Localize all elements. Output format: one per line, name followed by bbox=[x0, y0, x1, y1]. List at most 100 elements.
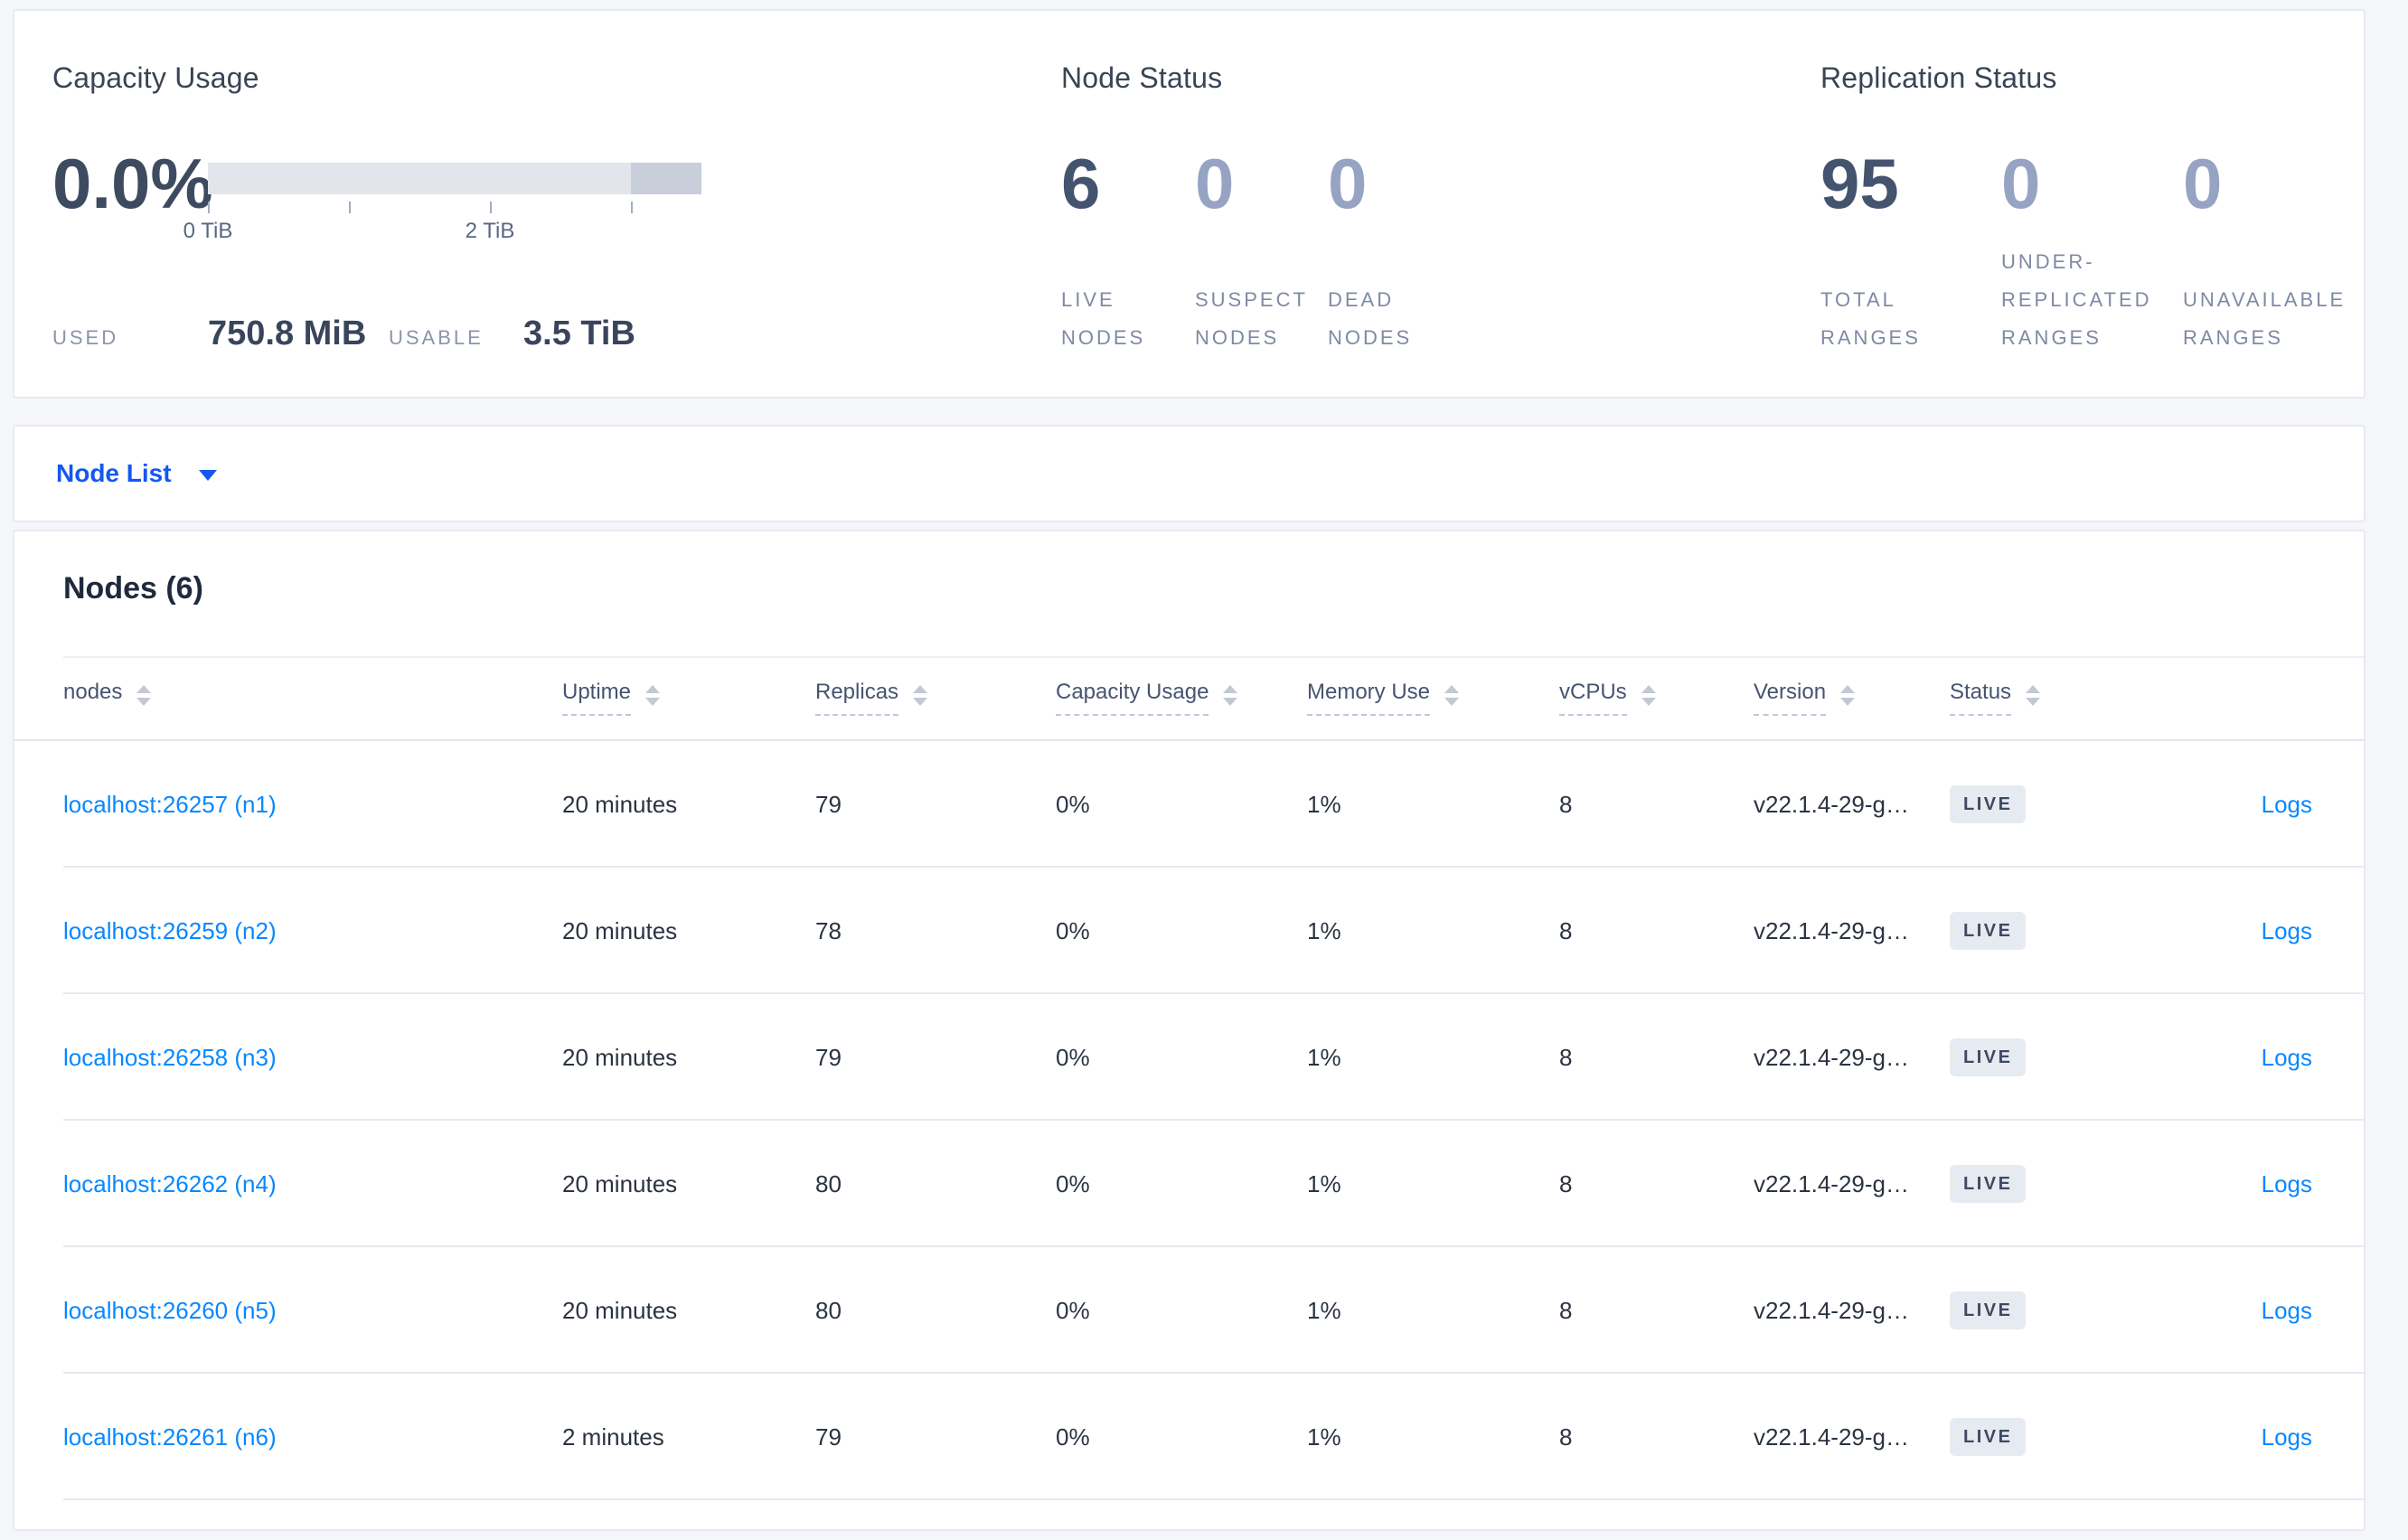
axis-tick bbox=[490, 202, 492, 213]
chevron-down-icon bbox=[198, 470, 217, 481]
node-link[interactable]: localhost:26259 (n2) bbox=[63, 917, 277, 944]
under-replicated-ranges-label: UNDER-REPLICATED RANGES bbox=[2001, 250, 2152, 349]
axis-tick bbox=[349, 202, 351, 213]
version-cell: v22.1.4-29-g… bbox=[1754, 1169, 1909, 1197]
live-nodes-label: LIVE NODES bbox=[1061, 288, 1146, 349]
table-row: localhost:26260 (n5) 20 minutes 80 0% 1%… bbox=[14, 1247, 2364, 1374]
node-link[interactable]: localhost:26261 (n6) bbox=[63, 1423, 277, 1451]
memory-use-cell: 1% bbox=[1307, 1043, 1341, 1071]
nodes-table-title: Nodes (6) bbox=[63, 571, 203, 606]
replicas-cell: 79 bbox=[815, 790, 842, 818]
status-badge: LIVE bbox=[1950, 1165, 2027, 1203]
table-header-row: nodes Uptime Replicas Capacity Usage Mem… bbox=[14, 656, 2364, 741]
capacity-bar bbox=[208, 163, 701, 194]
column-header-version[interactable]: Version bbox=[1754, 680, 1950, 716]
node-status-title: Node Status bbox=[1061, 61, 1223, 94]
vcpus-cell: 8 bbox=[1559, 1296, 1573, 1324]
replicas-cell: 79 bbox=[815, 1043, 842, 1071]
vcpus-cell: 8 bbox=[1559, 790, 1573, 818]
table-row: localhost:26258 (n3) 20 minutes 79 0% 1%… bbox=[14, 994, 2364, 1121]
column-header-memory-use[interactable]: Memory Use bbox=[1307, 680, 1559, 716]
sort-icon bbox=[1444, 684, 1460, 706]
logs-link[interactable]: Logs bbox=[2262, 1044, 2312, 1071]
capacity-usage-cell: 0% bbox=[1056, 1043, 1090, 1071]
dead-nodes-count: 0 bbox=[1328, 144, 1368, 223]
node-link[interactable]: localhost:26260 (n5) bbox=[63, 1297, 277, 1324]
version-cell: v22.1.4-29-g… bbox=[1754, 1296, 1909, 1324]
table-row: localhost:26257 (n1) 20 minutes 79 0% 1%… bbox=[14, 741, 2364, 868]
vcpus-cell: 8 bbox=[1559, 1043, 1573, 1071]
node-status-values: 6 0 0 bbox=[1061, 148, 1712, 219]
axis-tick-label: 2 TiB bbox=[465, 219, 515, 243]
vcpus-cell: 8 bbox=[1559, 1169, 1573, 1197]
unavailable-ranges-label: UNAVAILABLE RANGES bbox=[2183, 288, 2347, 349]
node-link[interactable]: localhost:26258 (n3) bbox=[63, 1044, 277, 1071]
uptime-cell: 2 minutes bbox=[562, 1423, 664, 1451]
memory-use-cell: 1% bbox=[1307, 1296, 1341, 1324]
total-ranges-count: 95 bbox=[1820, 144, 1899, 223]
replicas-cell: 80 bbox=[815, 1296, 842, 1324]
nodes-table-card: Nodes (6) nodes Uptime Replicas Capacity… bbox=[13, 530, 2366, 1531]
replicas-cell: 80 bbox=[815, 1169, 842, 1197]
sort-icon bbox=[645, 684, 661, 706]
uptime-cell: 20 minutes bbox=[562, 916, 678, 944]
memory-use-cell: 1% bbox=[1307, 1169, 1341, 1197]
column-header-status[interactable]: Status bbox=[1950, 680, 2158, 716]
replicas-cell: 78 bbox=[815, 916, 842, 944]
sort-icon bbox=[913, 684, 928, 706]
suspect-nodes-count: 0 bbox=[1195, 144, 1235, 223]
sort-icon bbox=[1223, 684, 1238, 706]
sort-icon bbox=[1840, 684, 1856, 706]
logs-link[interactable]: Logs bbox=[2262, 1170, 2312, 1197]
axis-tick-label: 0 TiB bbox=[183, 219, 233, 243]
replicas-cell: 79 bbox=[815, 1423, 842, 1451]
status-badge: LIVE bbox=[1950, 1418, 2027, 1456]
node-status-section: Node Status 6 0 0 LIVE NODES SUSPECT NOD… bbox=[1061, 11, 1712, 397]
version-cell: v22.1.4-29-g… bbox=[1754, 790, 1909, 818]
capacity-usage-chart: 0 TiB 2 TiB bbox=[183, 163, 701, 262]
under-replicated-ranges-count: 0 bbox=[2001, 144, 2041, 223]
usable-label: USABLE bbox=[389, 326, 484, 349]
status-badge: LIVE bbox=[1950, 785, 2027, 823]
logs-link[interactable]: Logs bbox=[2262, 1297, 2312, 1324]
table-row: localhost:26261 (n6) 2 minutes 79 0% 1% … bbox=[14, 1374, 2364, 1500]
unavailable-ranges-count: 0 bbox=[2183, 144, 2223, 223]
table-body: localhost:26257 (n1) 20 minutes 79 0% 1%… bbox=[14, 741, 2364, 1500]
sort-icon bbox=[2026, 684, 2041, 706]
replication-status-captions: TOTAL RANGES UNDER-REPLICATED RANGES UNA… bbox=[1820, 243, 2363, 357]
memory-use-cell: 1% bbox=[1307, 790, 1341, 818]
uptime-cell: 20 minutes bbox=[562, 1296, 678, 1324]
status-badge: LIVE bbox=[1950, 1291, 2027, 1329]
logs-link[interactable]: Logs bbox=[2262, 1423, 2312, 1451]
column-header-capacity-usage[interactable]: Capacity Usage bbox=[1056, 680, 1307, 716]
uptime-cell: 20 minutes bbox=[562, 1169, 678, 1197]
replication-status-title: Replication Status bbox=[1820, 61, 2057, 94]
capacity-bar-tail-segment bbox=[631, 163, 701, 194]
capacity-stats-row: USED 750.8 MiB USABLE 3.5 TiB bbox=[52, 315, 635, 353]
sort-icon bbox=[1641, 684, 1656, 706]
vcpus-cell: 8 bbox=[1559, 1423, 1573, 1451]
capacity-usage-cell: 0% bbox=[1056, 1296, 1090, 1324]
logs-link[interactable]: Logs bbox=[2262, 791, 2312, 818]
sort-icon bbox=[136, 684, 152, 706]
replication-status-values: 95 0 0 bbox=[1820, 148, 2363, 219]
logs-link[interactable]: Logs bbox=[2262, 917, 2312, 944]
axis-tick bbox=[208, 202, 210, 213]
column-header-nodes[interactable]: nodes bbox=[63, 680, 562, 716]
column-header-uptime[interactable]: Uptime bbox=[562, 680, 815, 716]
status-badge: LIVE bbox=[1950, 1038, 2027, 1076]
column-header-replicas[interactable]: Replicas bbox=[815, 680, 1056, 716]
column-header-vcpus[interactable]: vCPUs bbox=[1559, 680, 1754, 716]
capacity-usage-cell: 0% bbox=[1056, 1169, 1090, 1197]
capacity-usage-cell: 0% bbox=[1056, 916, 1090, 944]
version-cell: v22.1.4-29-g… bbox=[1754, 1423, 1909, 1451]
usable-value: 3.5 TiB bbox=[523, 315, 635, 352]
memory-use-cell: 1% bbox=[1307, 1423, 1341, 1451]
version-cell: v22.1.4-29-g… bbox=[1754, 1043, 1909, 1071]
total-ranges-label: TOTAL RANGES bbox=[1820, 288, 1921, 349]
node-link[interactable]: localhost:26262 (n4) bbox=[63, 1170, 277, 1197]
version-cell: v22.1.4-29-g… bbox=[1754, 916, 1909, 944]
status-badge: LIVE bbox=[1950, 912, 2027, 950]
node-link[interactable]: localhost:26257 (n1) bbox=[63, 791, 277, 818]
node-list-dropdown[interactable]: Node List bbox=[13, 425, 2366, 522]
